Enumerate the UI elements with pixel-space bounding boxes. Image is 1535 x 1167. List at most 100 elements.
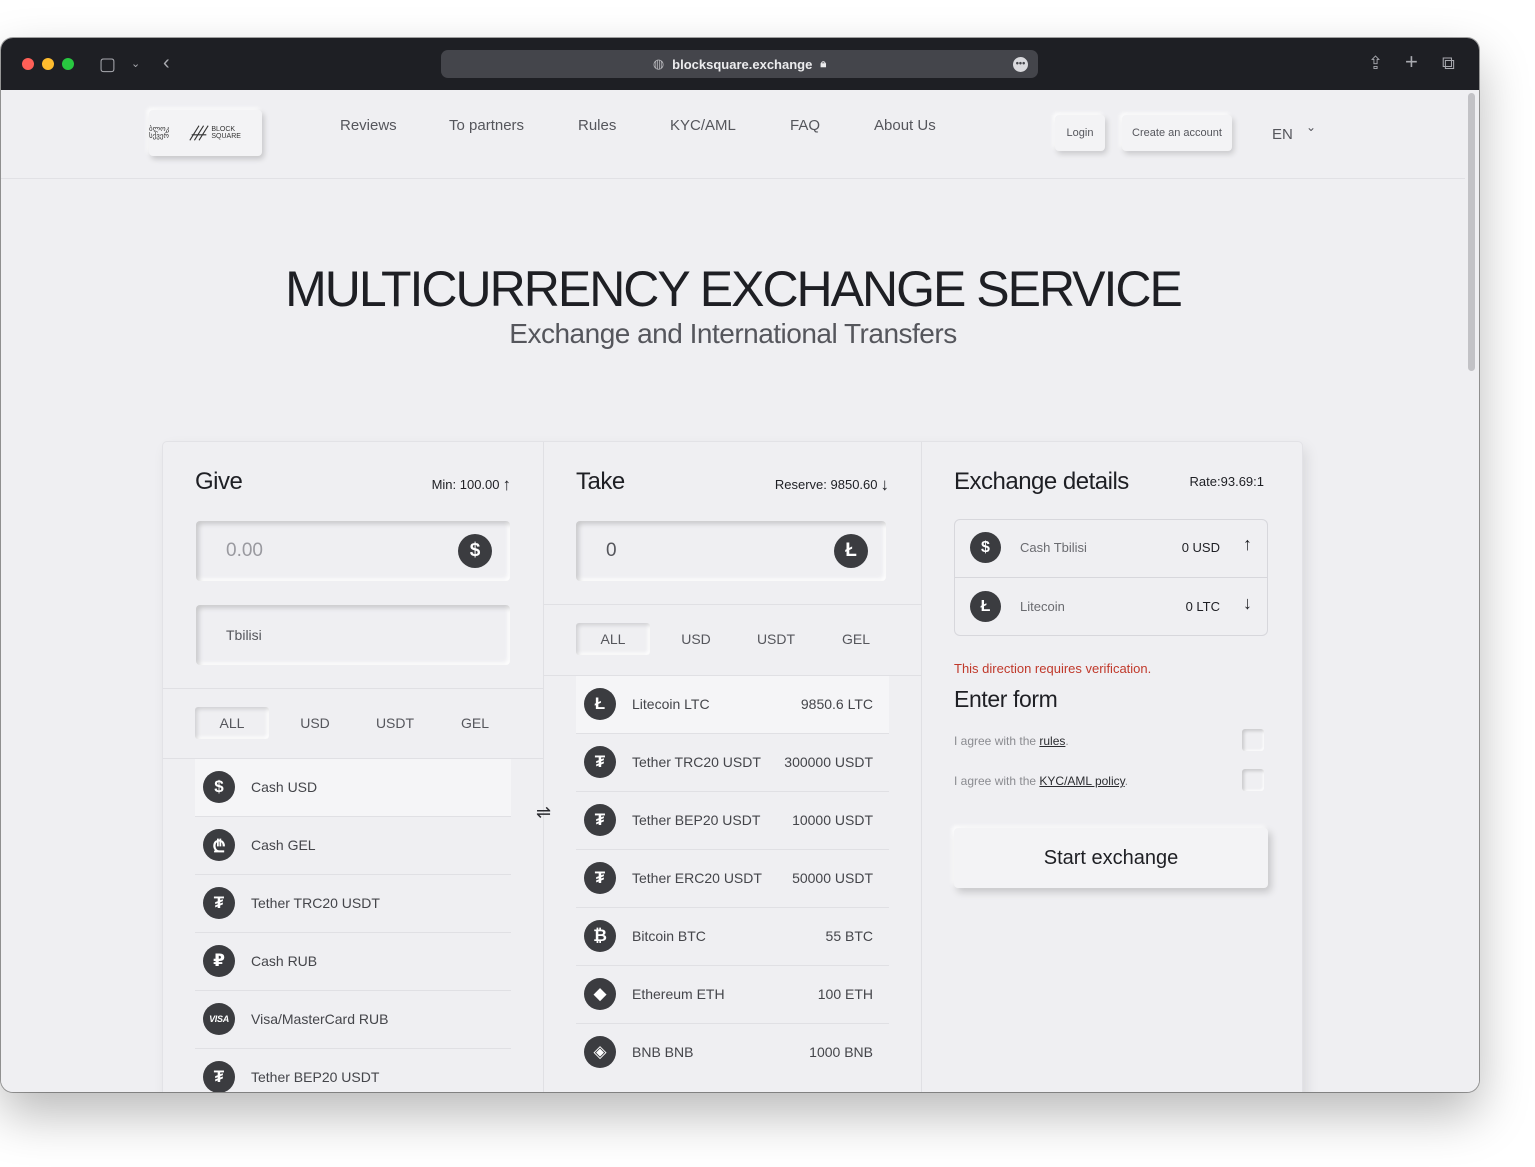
give-title: Give bbox=[195, 468, 243, 495]
give-min: Min: 100.00 ↑ bbox=[432, 474, 511, 494]
site-header: ბლოკ სქვერ BLOCK SQUARE Reviews To partn… bbox=[1, 90, 1465, 179]
take-item-litecoin[interactable]: Ł Litecoin LTC 9850.6 LTC bbox=[576, 676, 889, 734]
take-reserve: Reserve: 9850.60 ↓ bbox=[775, 474, 889, 494]
tether-icon: ₮ bbox=[584, 746, 616, 778]
give-tab-gel[interactable]: GEL bbox=[435, 707, 515, 739]
nav-to-partners[interactable]: To partners bbox=[449, 117, 524, 134]
take-currency-list: Ł Litecoin LTC 9850.6 LTC ₮ Tether TRC20… bbox=[576, 676, 889, 1081]
back-icon[interactable]: ‹ bbox=[163, 53, 170, 73]
take-item-bitcoin[interactable]: ₿ Bitcoin BTC 55 BTC bbox=[576, 908, 889, 966]
give-tab-usd[interactable]: USD bbox=[275, 707, 355, 739]
tether-icon: ₮ bbox=[203, 1061, 235, 1092]
take-item-label: Litecoin LTC bbox=[632, 696, 710, 712]
lari-icon: ₾ bbox=[203, 829, 235, 861]
login-button[interactable]: Login bbox=[1055, 115, 1105, 151]
share-icon[interactable]: ⇪ bbox=[1368, 53, 1383, 73]
take-reserve-label: Reserve: 9850.60 bbox=[774, 477, 878, 492]
summary-take-name: Litecoin bbox=[1020, 599, 1065, 614]
take-item-ethereum[interactable]: ◆ Ethereum ETH 100 ETH bbox=[576, 966, 889, 1024]
take-amount-input[interactable]: 0 Ł bbox=[576, 521, 886, 581]
create-account-button[interactable]: Create an account bbox=[1122, 115, 1232, 151]
minimize-window-button[interactable] bbox=[42, 58, 54, 70]
take-item-label: Tether BEP20 USDT bbox=[632, 812, 761, 828]
nav-faq[interactable]: FAQ bbox=[790, 117, 820, 134]
more-icon[interactable]: ••• bbox=[1013, 57, 1028, 72]
give-city-select[interactable]: Tbilisi bbox=[196, 605, 510, 665]
dollar-icon: $ bbox=[203, 771, 235, 803]
take-item-tether-bep20[interactable]: ₮ Tether BEP20 USDT 10000 USDT bbox=[576, 792, 889, 850]
dollar-icon: $ bbox=[458, 534, 492, 568]
give-item-cash-gel[interactable]: ₾ Cash GEL bbox=[195, 817, 511, 875]
nav-reviews[interactable]: Reviews bbox=[340, 117, 397, 134]
agree-kyc-label: I agree with the KYC/AML policy. bbox=[954, 774, 1129, 788]
chevron-down-icon[interactable]: ⌄ bbox=[131, 54, 140, 74]
language-selector[interactable]: EN bbox=[1272, 126, 1293, 143]
tether-icon: ₮ bbox=[584, 804, 616, 836]
give-item-cash-usd[interactable]: $ Cash USD bbox=[195, 759, 511, 817]
nav-rules[interactable]: Rules bbox=[578, 117, 616, 134]
nav-kyc-aml[interactable]: KYC/AML bbox=[670, 117, 736, 134]
ruble-icon: ₽ bbox=[203, 945, 235, 977]
take-tab-usd[interactable]: USD bbox=[656, 623, 736, 655]
give-item-tether-bep20[interactable]: ₮ Tether BEP20 USDT bbox=[195, 1049, 511, 1092]
arrow-down-icon: ↓ bbox=[880, 475, 890, 494]
hero-title: MULTICURRENCY EXCHANGE SERVICE bbox=[285, 261, 1183, 317]
browser-window: ▢ ⌄ ‹ ◍ blocksquare.exchange 🔒︎ ••• ⇪ + … bbox=[1, 38, 1479, 1092]
tabs-overview-icon[interactable]: ⧉ bbox=[1442, 53, 1455, 73]
agree-rules-checkbox[interactable] bbox=[1242, 729, 1264, 751]
take-item-amount: 10000 USDT bbox=[792, 812, 873, 828]
swap-direction-icon[interactable]: ⇌ bbox=[536, 802, 551, 823]
give-item-visa-mastercard-rub[interactable]: VISA Visa/MasterCard RUB bbox=[195, 991, 511, 1049]
take-item-tether-erc20[interactable]: ₮ Tether ERC20 USDT 50000 USDT bbox=[576, 850, 889, 908]
agree-rules-prefix: I agree with the bbox=[954, 734, 1040, 748]
give-item-label: Cash USD bbox=[251, 779, 318, 795]
page: ბლოკ სქვერ BLOCK SQUARE Reviews To partn… bbox=[1, 90, 1465, 1092]
give-tab-usdt[interactable]: USDT bbox=[355, 707, 435, 739]
address-bar[interactable]: ◍ blocksquare.exchange 🔒︎ ••• bbox=[441, 50, 1038, 78]
arrow-up-icon: ↑ bbox=[502, 475, 512, 494]
sidebar-toggle-icon[interactable]: ▢ bbox=[99, 54, 116, 74]
give-filter-tabs: ALL USD USDT GEL bbox=[195, 707, 515, 739]
close-window-button[interactable] bbox=[22, 58, 34, 70]
tether-icon: ₮ bbox=[584, 862, 616, 894]
enter-form-title: Enter form bbox=[954, 686, 1058, 712]
lock-icon: 🔒︎ bbox=[820, 57, 827, 70]
page-scrollbar[interactable] bbox=[1465, 90, 1479, 1092]
take-tab-all[interactable]: ALL bbox=[576, 623, 650, 655]
agree-kyc-checkbox[interactable] bbox=[1242, 769, 1264, 791]
globe-icon: ◍ bbox=[652, 56, 665, 71]
agree-kyc-prefix: I agree with the bbox=[954, 774, 1040, 788]
bitcoin-icon: ₿ bbox=[584, 920, 616, 952]
tether-icon: ₮ bbox=[203, 887, 235, 919]
take-item-label: Bitcoin BTC bbox=[632, 928, 706, 944]
give-item-cash-rub[interactable]: ₽ Cash RUB bbox=[195, 933, 511, 991]
give-amount-placeholder: 0.00 bbox=[226, 540, 263, 561]
scrollbar-thumb[interactable] bbox=[1468, 93, 1475, 371]
take-item-label: Tether TRC20 USDT bbox=[632, 754, 761, 770]
agree-rules-label: I agree with the rules. bbox=[954, 734, 1069, 748]
hero-subtitle: Exchange and International Transfers bbox=[509, 318, 957, 349]
take-item-tether-trc20[interactable]: ₮ Tether TRC20 USDT 300000 USDT bbox=[576, 734, 889, 792]
give-tab-all[interactable]: ALL bbox=[195, 707, 269, 739]
give-currency-list: $ Cash USD ₾ Cash GEL ₮ Tether TRC20 USD… bbox=[195, 759, 511, 1092]
take-tab-gel[interactable]: GEL bbox=[816, 623, 896, 655]
nav-about-us[interactable]: About Us bbox=[874, 117, 936, 134]
site-logo[interactable]: ბლოკ სქვერ BLOCK SQUARE bbox=[149, 110, 262, 156]
summary-give-amount: 0 USD bbox=[1181, 540, 1220, 555]
zoom-window-button[interactable] bbox=[62, 58, 74, 70]
browser-titlebar: ▢ ⌄ ‹ ◍ blocksquare.exchange 🔒︎ ••• ⇪ + … bbox=[1, 38, 1479, 90]
take-item-bnb[interactable]: ◈ BNB BNB 1000 BNB bbox=[576, 1024, 889, 1081]
give-item-tether-trc20[interactable]: ₮ Tether TRC20 USDT bbox=[195, 875, 511, 933]
rules-link[interactable]: rules bbox=[1039, 734, 1065, 748]
visa-icon: VISA bbox=[203, 1003, 235, 1035]
take-item-amount: 100 ETH bbox=[817, 986, 873, 1002]
chevron-down-icon[interactable]: ⌄ bbox=[1306, 120, 1316, 134]
kyc-aml-policy-link[interactable]: KYC/AML policy bbox=[1039, 774, 1124, 788]
take-item-amount: 9850.6 LTC bbox=[800, 696, 873, 712]
start-exchange-button[interactable]: Start exchange bbox=[954, 828, 1268, 888]
take-tab-usdt[interactable]: USDT bbox=[736, 623, 816, 655]
new-tab-icon[interactable]: + bbox=[1405, 51, 1418, 73]
litecoin-icon: Ł bbox=[834, 534, 868, 568]
give-amount-input[interactable]: 0.00 $ bbox=[196, 521, 510, 581]
summary-take-row: Ł Litecoin 0 LTC ↓ bbox=[954, 578, 1268, 636]
